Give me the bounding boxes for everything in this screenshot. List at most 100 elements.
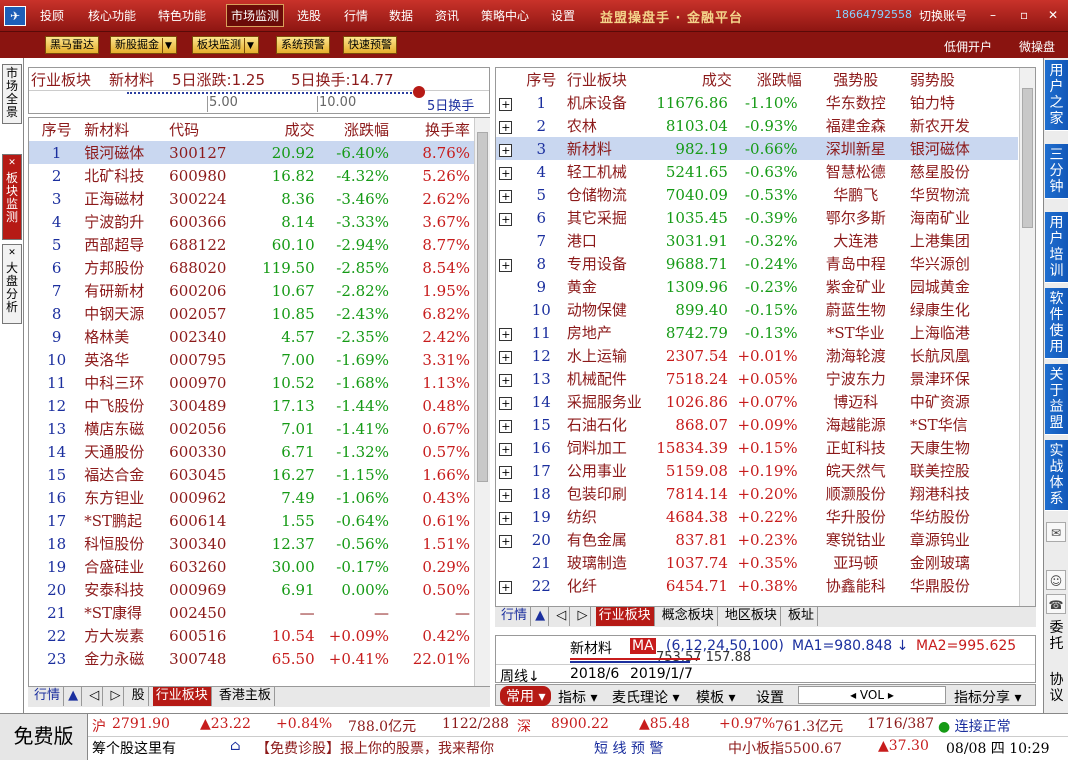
table-row[interactable]: +6 其它采掘 1035.45 -0.39% 鄂尔多斯 海南矿业 — [496, 206, 1018, 229]
column-header[interactable]: 序号 — [29, 118, 84, 141]
table-row[interactable]: 11 中科三环 000970 10.52 -1.68% 1.13% — [29, 371, 474, 394]
table-row[interactable]: 21 玻璃制造 1037.74 +0.35% 亚玛顿 金刚玻璃 — [496, 551, 1018, 574]
indicator-share-menu[interactable]: 指标分享 ▾ — [954, 687, 1021, 707]
table-row[interactable]: 10 动物保健 899.40 -0.15% 蔚蓝生物 绿康生化 — [496, 298, 1018, 321]
strong-stock[interactable]: 深圳新星 — [802, 137, 910, 160]
strong-stock[interactable]: 海越能源 — [802, 413, 910, 436]
tab-region-sector[interactable]: 地区板块 — [722, 607, 781, 626]
tab-stock[interactable]: 股 — [129, 687, 149, 706]
expand-icon[interactable]: + — [499, 166, 513, 180]
expand-icon[interactable]: + — [499, 373, 513, 387]
table-row[interactable]: +18 包装印刷 7814.14 +0.20% 顺灏股份 翔港科技 — [496, 482, 1018, 505]
menu-item[interactable]: 数据 — [389, 7, 413, 24]
table-row[interactable]: 8 中钢天源 002057 10.85 -2.43% 6.82% — [29, 302, 474, 325]
column-header[interactable]: 成交 — [656, 68, 732, 91]
column-header[interactable]: 弱势股 — [910, 68, 1018, 91]
menu-item[interactable]: 行情 — [344, 7, 368, 24]
table-row[interactable]: +12 水上运输 2307.54 +0.01% 渤海轮渡 长航凤凰 — [496, 344, 1018, 367]
strong-stock[interactable]: 宁波东力 — [802, 367, 910, 390]
expand-icon[interactable]: + — [499, 396, 513, 410]
column-header[interactable]: 行业板块 — [567, 68, 656, 91]
menu-item[interactable]: 市场监测 — [226, 4, 285, 27]
expand-icon[interactable]: + — [499, 212, 513, 226]
expand-icon[interactable]: + — [499, 258, 513, 272]
weak-stock[interactable]: 华贸物流 — [910, 183, 1018, 206]
menu-item[interactable]: 资讯 — [435, 7, 459, 24]
indicator-selector[interactable]: ◂ VOL ▸ — [798, 686, 946, 704]
table-row[interactable]: +3 新材料 982.19 -0.66% 深圳新星 银河磁体 — [496, 137, 1018, 160]
table-row[interactable]: +19 纺织 4684.38 +0.22% 华升股份 华纺股份 — [496, 505, 1018, 528]
common-button[interactable]: 常用 ▾ — [500, 686, 552, 706]
close-icon[interactable]: ✕ — [3, 157, 21, 170]
weak-stock[interactable]: 慈星股份 — [910, 160, 1018, 183]
table-row[interactable]: 21 *ST康得 002450 — — — — [29, 601, 474, 624]
tab-market-overview[interactable]: 市场全景 — [2, 64, 22, 124]
expand-icon[interactable]: + — [499, 534, 513, 548]
tab-concept-sector[interactable]: 概念板块 — [659, 607, 718, 626]
weak-stock[interactable]: 翔港科技 — [910, 482, 1018, 505]
expand-icon[interactable]: + — [499, 580, 513, 594]
minimize-icon[interactable]: – — [990, 8, 996, 22]
chevron-down-icon[interactable]: ▼ — [244, 38, 254, 54]
weak-stock[interactable]: 华兴源创 — [910, 252, 1018, 275]
tab-next-icon[interactable]: ▷ — [574, 607, 592, 626]
weak-stock[interactable]: 长航凤凰 — [910, 344, 1018, 367]
strong-stock[interactable]: 寒锐钴业 — [802, 528, 910, 551]
strong-stock[interactable]: 智慧松德 — [802, 160, 910, 183]
menu-item[interactable]: 特色功能 — [158, 7, 206, 24]
table-row[interactable]: 6 方邦股份 688020 119.50 -2.85% 8.54% — [29, 256, 474, 279]
table-row[interactable]: +2 农林 8103.04 -0.93% 福建金森 新农开发 — [496, 114, 1018, 137]
table-row[interactable]: 17 *ST鹏起 600614 1.55 -0.64% 0.61% — [29, 509, 474, 532]
home-icon[interactable]: ⌂ — [230, 738, 241, 754]
qq-icon[interactable]: ☺ — [1046, 570, 1066, 590]
weak-stock[interactable]: 华鼎股份 — [910, 574, 1018, 597]
weak-stock[interactable]: 绿康生化 — [910, 298, 1018, 321]
weak-stock[interactable]: 联美控股 — [910, 459, 1018, 482]
table-row[interactable]: 13 横店东磁 002056 7.01 -1.41% 0.67% — [29, 417, 474, 440]
weak-stock[interactable]: 园城黄金 — [910, 275, 1018, 298]
table-row[interactable]: 19 合盛硅业 603260 30.00 -0.17% 0.29% — [29, 555, 474, 578]
table-row[interactable]: 12 中飞股份 300489 17.13 -1.44% 0.48% — [29, 394, 474, 417]
table-row[interactable]: 3 正海磁材 300224 8.36 -3.46% 2.62% — [29, 187, 474, 210]
table-row[interactable]: +5 仓储物流 7040.09 -0.53% 华鹏飞 华贸物流 — [496, 183, 1018, 206]
tab-prev-icon[interactable]: ◁ — [86, 687, 104, 706]
short-alert-link[interactable]: 短 线 预 警 — [594, 738, 663, 758]
expand-icon[interactable]: + — [499, 327, 513, 341]
column-header[interactable]: 涨跌幅 — [315, 118, 389, 141]
strong-stock[interactable]: 大连港 — [802, 229, 910, 252]
table-row[interactable]: +8 专用设备 9688.71 -0.24% 青岛中程 华兴源创 — [496, 252, 1018, 275]
table-row[interactable]: 10 英洛华 000795 7.00 -1.69% 3.31% — [29, 348, 474, 371]
menu-item[interactable]: 策略中心 — [481, 7, 529, 24]
table-row[interactable]: +4 轻工机械 5241.65 -0.63% 智慧松德 慈星股份 — [496, 160, 1018, 183]
expand-icon[interactable]: + — [499, 465, 513, 479]
low-commission-link[interactable]: 低佣开户 — [944, 38, 992, 55]
column-header[interactable]: 新材料 — [84, 118, 169, 141]
strong-stock[interactable]: 正虹科技 — [802, 436, 910, 459]
column-header[interactable]: 强势股 — [802, 68, 910, 91]
table-row[interactable]: +17 公用事业 5159.08 +0.19% 皖天然气 联美控股 — [496, 459, 1018, 482]
expand-icon[interactable]: + — [499, 143, 513, 157]
strong-stock[interactable]: 顺灏股份 — [802, 482, 910, 505]
weak-stock[interactable]: *ST华信 — [910, 413, 1018, 436]
tab-about-yimeng[interactable]: 关于益盟 — [1045, 364, 1068, 435]
weak-stock[interactable]: 景津环保 — [910, 367, 1018, 390]
weak-stock[interactable]: 新农开发 — [910, 114, 1018, 137]
strong-stock[interactable]: 紫金矿业 — [802, 275, 910, 298]
expand-icon[interactable]: + — [499, 419, 513, 433]
indicator-menu[interactable]: 指标 ▾ — [558, 687, 597, 707]
sz-index-row[interactable]: 深 8900.22 ▲85.48 +0.97% 761.3亿元 1716/387 — [517, 716, 937, 736]
toolbar-new-stock-button[interactable]: 新股掘金 ▼ — [110, 36, 177, 54]
table-row[interactable]: +11 房地产 8742.79 -0.13% *ST华业 上海临港 — [496, 321, 1018, 344]
free-version-label[interactable]: 免费版 — [0, 714, 88, 760]
table-row[interactable]: 22 方大炭素 600516 10.54 +0.09% 0.42% — [29, 624, 474, 647]
strong-stock[interactable]: 青岛中程 — [802, 252, 910, 275]
strong-stock[interactable]: 鄂尔多斯 — [802, 206, 910, 229]
chat-icon[interactable]: ✉ — [1046, 522, 1066, 542]
weak-stock[interactable]: 章源钨业 — [910, 528, 1018, 551]
sme-index[interactable]: 中小板指5500.67 — [728, 738, 842, 758]
strong-stock[interactable]: 博迈科 — [802, 390, 910, 413]
strong-stock[interactable]: 福建金森 — [802, 114, 910, 137]
table-row[interactable]: 20 安泰科技 000969 6.91 0.00% 0.50% — [29, 578, 474, 601]
tab-software-usage[interactable]: 软件使用 — [1045, 288, 1068, 359]
tab-hk-main[interactable]: 香港主板 — [216, 687, 275, 706]
